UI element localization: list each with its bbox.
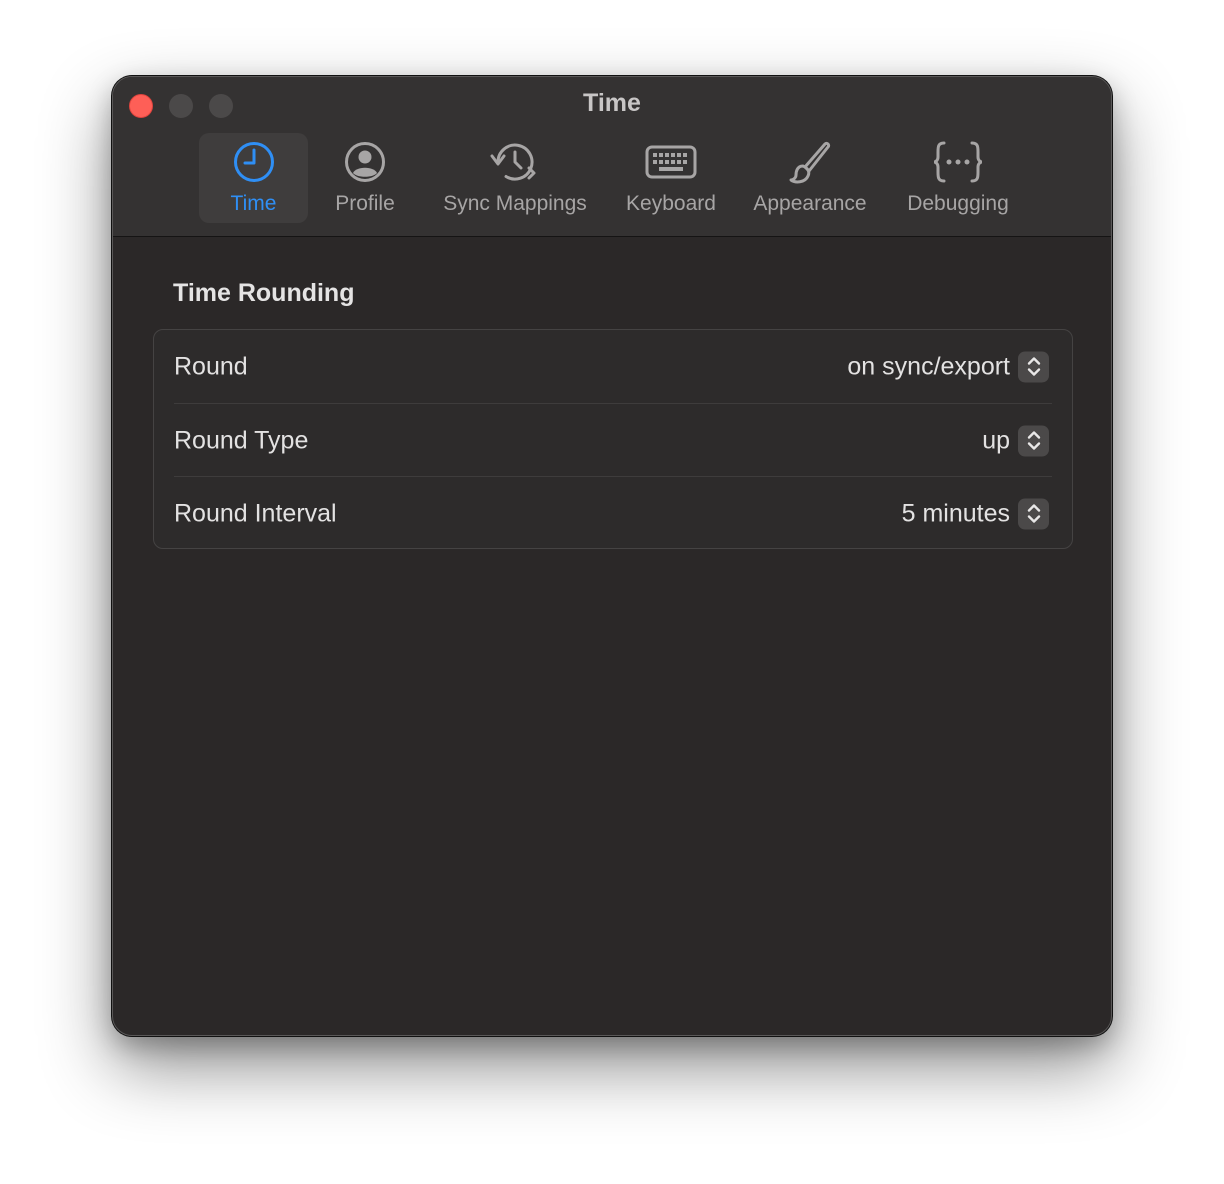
tab-sync-mappings[interactable]: Sync Mappings <box>427 133 603 223</box>
selected-value: up <box>982 426 1010 454</box>
tab-profile-label: Profile <box>335 192 395 215</box>
setting-label: Round <box>174 352 248 380</box>
setting-row-round: Round on sync/export <box>154 330 1072 403</box>
tab-profile[interactable]: Profile <box>317 133 413 223</box>
person-circle-icon <box>343 139 387 185</box>
toolbar: Time Time Profile Sync Mappings Keyboard… <box>113 77 1111 237</box>
window-title: Time <box>583 89 641 117</box>
preferences-window: Time Time Profile Sync Mappings Keyboard… <box>112 76 1112 1036</box>
section-title: Time Rounding <box>173 279 355 307</box>
selected-value: on sync/export <box>847 352 1010 380</box>
round-popup-button[interactable]: on sync/export <box>847 351 1049 382</box>
keyboard-icon <box>645 139 697 185</box>
tab-appearance[interactable]: Appearance <box>743 133 877 223</box>
paintbrush-icon <box>787 139 833 185</box>
setting-row-round-type: Round Type up <box>154 404 1072 477</box>
tab-time[interactable]: Time <box>199 133 308 223</box>
setting-row-round-interval: Round Interval 5 minutes <box>154 477 1072 550</box>
tab-debugging[interactable]: Debugging <box>897 133 1019 223</box>
chevron-up-down-icon <box>1018 351 1049 382</box>
chevron-up-down-icon <box>1018 498 1049 529</box>
clock-icon <box>232 139 276 185</box>
selected-value: 5 minutes <box>901 499 1010 527</box>
setting-label: Round Interval <box>174 499 337 527</box>
tab-sync-mappings-label: Sync Mappings <box>443 192 587 215</box>
curly-braces-icon <box>932 139 984 185</box>
tab-keyboard[interactable]: Keyboard <box>615 133 727 223</box>
settings-group: Round on sync/export Round Type up Round… <box>153 329 1073 549</box>
chevron-up-down-icon <box>1018 425 1049 456</box>
setting-label: Round Type <box>174 426 309 454</box>
round-interval-popup-button[interactable]: 5 minutes <box>902 498 1049 529</box>
tab-keyboard-label: Keyboard <box>626 192 716 215</box>
tab-debugging-label: Debugging <box>907 192 1009 215</box>
tab-appearance-label: Appearance <box>753 192 867 215</box>
clock-arrow-sync-icon <box>490 139 540 185</box>
tab-time-label: Time <box>230 192 277 215</box>
round-type-popup-button[interactable]: up <box>982 425 1049 456</box>
